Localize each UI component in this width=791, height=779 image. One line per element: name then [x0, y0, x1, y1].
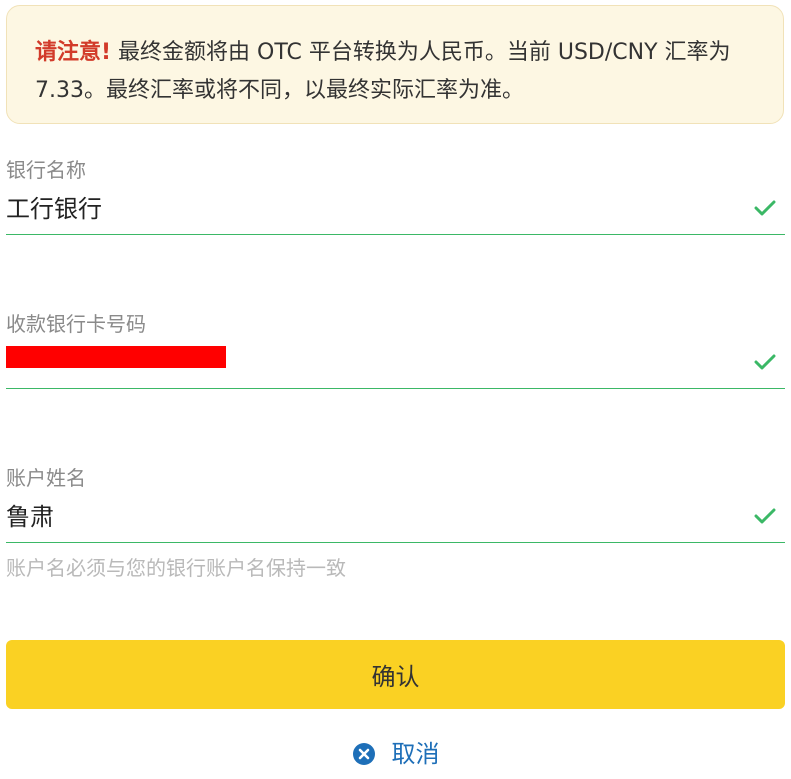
check-icon — [754, 200, 776, 216]
account-name-label: 账户姓名 — [6, 466, 86, 490]
notice-text: 最终金额将由 OTC 平台转换为人民币。当前 USD/CNY 汇率为 7.33。… — [35, 40, 731, 103]
bank-name-value[interactable]: 工行银行 — [6, 194, 102, 224]
withdraw-bank-form: 请注意! 最终金额将由 OTC 平台转换为人民币。当前 USD/CNY 汇率为 … — [0, 0, 791, 779]
cancel-button[interactable]: 取消 — [0, 736, 791, 772]
card-number-redacted-value[interactable] — [6, 346, 226, 368]
bank-name-underline — [6, 234, 785, 235]
bank-name-field[interactable]: 银行名称 工行银行 — [6, 158, 785, 238]
notice-warning-label: 请注意! — [35, 40, 112, 65]
account-name-underline — [6, 542, 785, 543]
card-number-label: 收款银行卡号码 — [6, 312, 146, 336]
card-number-field[interactable]: 收款银行卡号码 — [6, 312, 785, 392]
card-number-underline — [6, 388, 785, 389]
check-icon — [754, 354, 776, 370]
close-circle-icon — [352, 743, 375, 765]
account-name-value[interactable]: 鲁肃 — [6, 502, 54, 532]
bank-name-label: 银行名称 — [6, 158, 86, 182]
check-icon — [754, 508, 776, 524]
cancel-label: 取消 — [391, 740, 440, 768]
confirm-button[interactable]: 确认 — [6, 640, 785, 709]
account-name-field[interactable]: 账户姓名 鲁肃 — [6, 466, 785, 546]
exchange-rate-notice: 请注意! 最终金额将由 OTC 平台转换为人民币。当前 USD/CNY 汇率为 … — [6, 5, 784, 124]
account-name-hint: 账户名必须与您的银行账户名保持一致 — [6, 556, 346, 580]
